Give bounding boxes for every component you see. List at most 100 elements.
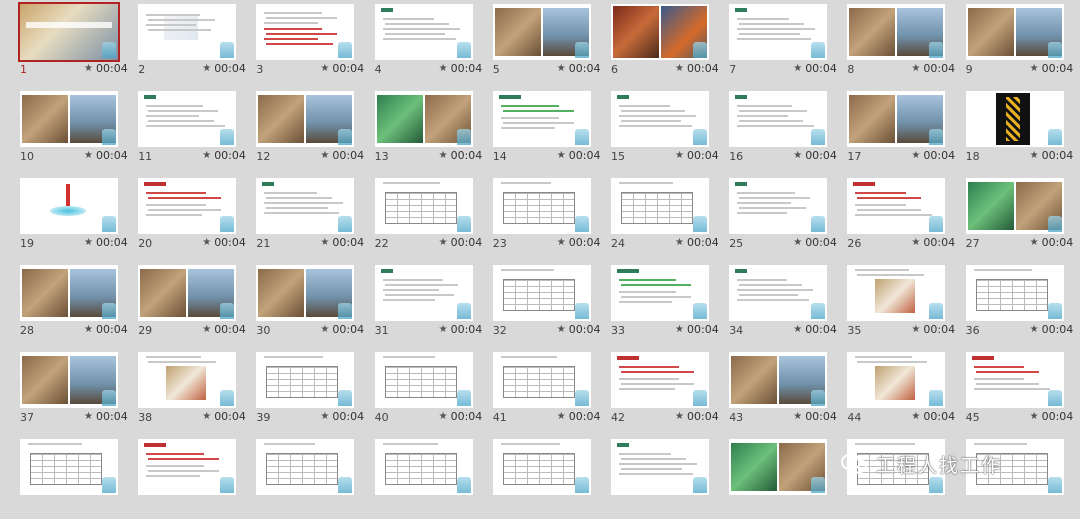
slide-thumbnail-10[interactable]: 10 ★ 00:04 (20, 91, 130, 171)
text-line (146, 105, 204, 107)
slide-thumbnail-30[interactable]: 30 ★ 00:04 (256, 265, 366, 345)
slide-thumbnail-19[interactable]: 19 ★ 00:04 (20, 178, 130, 258)
slide-thumbnail-27[interactable]: 27 ★ 00:04 (965, 178, 1076, 258)
slide-thumbnail-38[interactable]: 38 ★ 00:04 (138, 352, 248, 432)
slide-thumbnail-44[interactable]: 44 ★ 00:04 (847, 352, 957, 432)
slide-thumbnail-16[interactable]: 16 ★ 00:04 (729, 91, 839, 171)
slide-number: 41 (492, 411, 507, 424)
slide-number: 5 (492, 63, 500, 76)
slide-thumbnail-8[interactable]: 8 ★ 00:04 (847, 4, 957, 84)
slide-preview (256, 439, 355, 495)
star-icon: ★ (202, 237, 212, 248)
slide-thumbnail-43[interactable]: 43 ★ 00:04 (729, 352, 839, 432)
slide-thumbnail-34[interactable]: 34 ★ 00:04 (729, 265, 839, 345)
slide-thumbnail-32[interactable]: 32 ★ 00:04 (492, 265, 603, 345)
text-line (737, 212, 788, 214)
slide-thumbnail-31[interactable]: 31 ★ 00:04 (374, 265, 485, 345)
slide-thumbnail-1[interactable]: 1 ★ 00:04 (18, 2, 130, 84)
slide-preview (138, 91, 237, 147)
slide-thumbnail-33[interactable]: 33 ★ 00:04 (611, 265, 721, 345)
slide-thumbnail-49[interactable] (374, 439, 485, 519)
slide-thumbnail-50[interactable] (492, 439, 603, 519)
slide-thumbnail-7[interactable]: 7 ★ 00:04 (729, 4, 839, 84)
slide-thumbnail-45[interactable]: 45 ★ 00:04 (965, 352, 1076, 432)
slide-thumbnail-13[interactable]: 13 ★ 00:04 (374, 91, 485, 171)
slide-thumbnail-28[interactable]: 28 ★ 00:04 (20, 265, 130, 345)
text-line (855, 443, 916, 445)
text-line (973, 269, 1032, 271)
slide-duration: 00:04 (568, 62, 601, 75)
slide-thumbnail-25[interactable]: 25 ★ 00:04 (729, 178, 839, 258)
slide-preview (729, 352, 828, 408)
slide-thumbnail-39[interactable]: 39 ★ 00:04 (256, 352, 366, 432)
slide-preview (138, 4, 237, 60)
slide-duration: 00:04 (687, 323, 719, 336)
slide-duration: 00:04 (96, 236, 128, 249)
text-line (148, 458, 220, 460)
slide-thumbnail-36[interactable]: 36 ★ 00:04 (965, 265, 1076, 345)
slide-thumbnail-35[interactable]: 35 ★ 00:04 (847, 265, 957, 345)
table (266, 453, 339, 485)
slide-thumbnail-17[interactable]: 17 ★ 00:04 (847, 91, 957, 171)
slide-number: 28 (20, 324, 34, 337)
text-line (382, 279, 443, 281)
slide-decoration (102, 390, 116, 406)
slide-thumbnail-42[interactable]: 42 ★ 00:04 (611, 352, 721, 432)
slide-thumbnail-5[interactable]: 5 ★ 00:04 (492, 4, 603, 84)
slide-thumbnail-4[interactable]: 4 ★ 00:04 (374, 4, 485, 84)
star-icon: ★ (84, 411, 93, 422)
slide-thumbnail-14[interactable]: 14 ★ 00:04 (492, 91, 603, 171)
slide-thumbnail-18[interactable]: 18 ★ 00:04 (965, 91, 1076, 171)
slide-number: 1 (20, 63, 27, 76)
slide-number: 35 (847, 324, 862, 337)
slide-thumbnail-15[interactable]: 15 ★ 00:04 (611, 91, 721, 171)
section-tag (617, 356, 639, 360)
slide-thumbnail-48[interactable] (256, 439, 366, 519)
slide-thumbnail-52[interactable] (729, 439, 839, 519)
slide-thumbnail-41[interactable]: 41 ★ 00:04 (492, 352, 603, 432)
slide-thumbnail-22[interactable]: 22 ★ 00:04 (374, 178, 485, 258)
slide-thumbnail-47[interactable] (138, 439, 248, 519)
slide-decoration (456, 42, 471, 58)
text-line (382, 38, 456, 40)
slide-decoration (929, 42, 944, 58)
slide-duration: 00:04 (923, 236, 956, 249)
slide-thumbnail-6[interactable]: 6 ★ 00:04 (611, 4, 721, 84)
slide-preview (492, 91, 591, 147)
star-icon: ★ (438, 150, 448, 161)
slide-number: 30 (256, 324, 271, 337)
slide-thumbnail-40[interactable]: 40 ★ 00:04 (374, 352, 485, 432)
slide-duration: 00:04 (805, 62, 837, 75)
slide-thumbnail-2[interactable]: 2 ★ 00:04 (138, 4, 248, 84)
slide-number: 39 (256, 411, 271, 424)
photo (164, 14, 199, 40)
slide-thumbnail-23[interactable]: 23 ★ 00:04 (492, 178, 603, 258)
slide-number: 10 (20, 150, 34, 163)
slide-thumbnail-29[interactable]: 29 ★ 00:04 (138, 265, 248, 345)
text-line (500, 269, 554, 271)
slide-thumbnail-37[interactable]: 37 ★ 00:04 (20, 352, 130, 432)
slide-number: 32 (492, 324, 507, 337)
text-line (382, 28, 460, 30)
text-line (382, 289, 439, 291)
slide-number: 21 (256, 237, 271, 250)
slide-thumbnail-24[interactable]: 24 ★ 00:04 (611, 178, 721, 258)
photo (494, 8, 541, 56)
slide-thumbnail-51[interactable] (611, 439, 721, 519)
slide-thumbnail-26[interactable]: 26 ★ 00:04 (847, 178, 957, 258)
slide-thumbnail-11[interactable]: 11 ★ 00:04 (138, 91, 248, 171)
text-line (737, 192, 796, 194)
slide-preview (729, 178, 828, 234)
slide-thumbnail-3[interactable]: 3 ★ 00:04 (256, 4, 366, 84)
slide-thumbnail-20[interactable]: 20 ★ 00:04 (138, 178, 248, 258)
slide-thumbnail-9[interactable]: 9 ★ 00:04 (965, 4, 1076, 84)
slide-duration: 00:04 (805, 410, 837, 423)
slide-thumbnail-12[interactable]: 12 ★ 00:04 (256, 91, 366, 171)
slide-decoration (102, 129, 116, 145)
slide-thumbnail-46[interactable] (20, 439, 130, 519)
slide-decoration (338, 42, 353, 58)
text-line (619, 125, 692, 127)
slide-thumbnail-21[interactable]: 21 ★ 00:04 (256, 178, 366, 258)
slide-preview (256, 265, 355, 321)
text-line (857, 361, 928, 363)
